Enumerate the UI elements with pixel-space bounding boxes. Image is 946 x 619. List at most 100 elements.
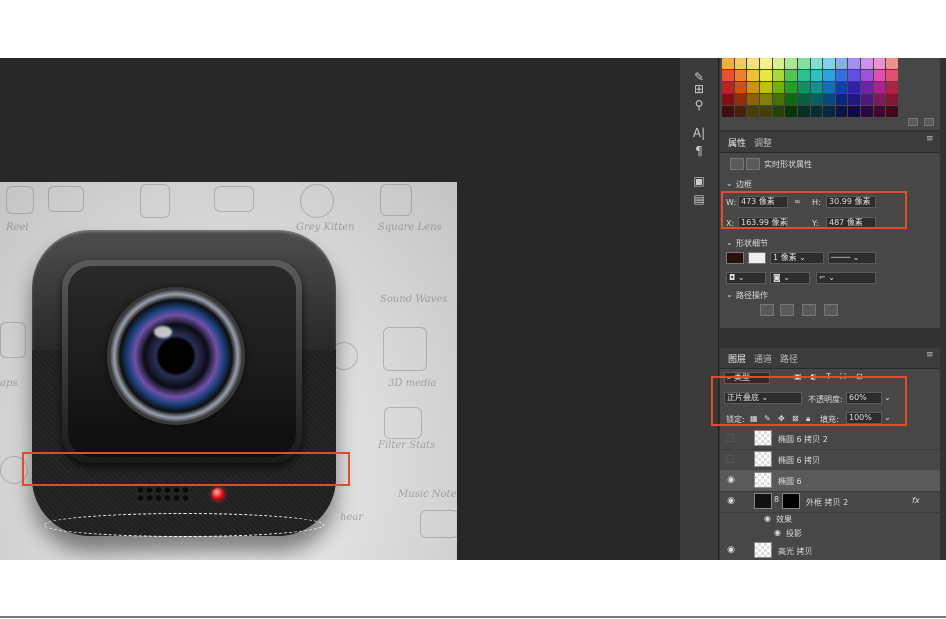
color-swatch[interactable] [848,82,861,93]
document-canvas[interactable]: Reel Grey Kitten Square Lens Sound Waves… [0,182,457,560]
visibility-toggle[interactable] [726,455,734,463]
color-swatch[interactable] [797,82,810,93]
eye-icon[interactable]: ◉ [764,514,771,523]
color-swatch[interactable] [873,82,886,93]
drop-shadow-effect-row[interactable]: ◉ 投影 [720,526,940,540]
color-swatch[interactable] [861,58,873,69]
color-swatch[interactable] [785,70,797,81]
swatch-grid[interactable] [722,58,898,117]
ellipse-selection-outline[interactable] [44,513,324,537]
image-icon[interactable]: ▣ [691,174,707,188]
exclude-overlap-icon[interactable] [824,304,838,316]
color-swatch[interactable] [873,94,886,105]
eye-icon[interactable]: ◉ [725,496,737,506]
color-swatch[interactable] [848,106,861,117]
color-swatch[interactable] [873,70,886,81]
panel-menu-icon[interactable]: ≡ [926,350,934,360]
color-swatch[interactable] [797,106,810,117]
color-swatch[interactable] [861,82,873,93]
color-swatch[interactable] [886,94,898,105]
align-stroke-select[interactable]: ◘ ⌄ [726,272,766,284]
chevron-down-icon[interactable]: ⌄ [726,290,733,299]
color-swatch[interactable] [759,70,772,81]
color-swatch[interactable] [747,70,759,81]
panel-menu-icon[interactable]: ≡ [926,134,934,144]
color-swatch[interactable] [785,106,797,117]
color-swatch[interactable] [785,58,797,69]
color-swatch[interactable] [810,70,823,81]
visibility-toggle[interactable] [726,434,734,442]
color-swatch[interactable] [785,82,797,93]
paragraph-icon[interactable]: ¶ [691,144,707,158]
clone-source-icon[interactable]: ⊞ [691,82,707,96]
color-swatch[interactable] [772,82,785,93]
adjust-icon[interactable]: ⚲ [691,98,707,112]
color-swatch[interactable] [759,94,772,105]
layer-mask-thumbnail[interactable] [782,493,800,509]
color-swatch[interactable] [772,94,785,105]
color-swatch[interactable] [759,58,772,69]
color-swatch[interactable] [861,106,873,117]
color-swatch[interactable] [797,94,810,105]
color-swatch[interactable] [823,106,835,117]
layer-row[interactable]: ◉ 8 外框 拷贝 2 fx [720,491,940,513]
color-swatch[interactable] [823,94,835,105]
stroke-color-swatch[interactable] [748,252,766,264]
color-swatch[interactable] [797,58,810,69]
color-swatch[interactable] [823,82,835,93]
color-swatch[interactable] [734,82,747,93]
color-swatch[interactable] [734,94,747,105]
delete-swatch-icon[interactable] [924,118,934,126]
color-swatch[interactable] [873,58,886,69]
color-swatch[interactable] [823,70,835,81]
color-swatch[interactable] [797,70,810,81]
color-swatch[interactable] [734,58,747,69]
fill-color-swatch[interactable] [726,252,744,264]
color-swatch[interactable] [785,94,797,105]
layer-row[interactable]: ◉ 高光 拷贝 [720,540,940,560]
color-swatch[interactable] [747,94,759,105]
eye-icon[interactable]: ◉ [774,528,781,537]
stroke-style-select[interactable]: ──── ⌄ [828,252,876,264]
color-swatch[interactable] [848,94,861,105]
color-swatch[interactable] [772,70,785,81]
color-swatch[interactable] [722,58,734,69]
color-swatch[interactable] [734,106,747,117]
color-swatch[interactable] [810,58,823,69]
eye-icon[interactable]: ◉ [725,475,737,485]
color-swatch[interactable] [722,70,734,81]
color-swatch[interactable] [722,82,734,93]
color-swatch[interactable] [861,70,873,81]
color-swatch[interactable] [886,106,898,117]
color-swatch[interactable] [722,94,734,105]
color-swatch[interactable] [810,94,823,105]
color-swatch[interactable] [873,106,886,117]
tab-channels[interactable]: 通道 [754,352,772,365]
color-swatch[interactable] [835,106,848,117]
layer-row[interactable]: 椭圆 6 拷贝 [720,449,940,471]
color-swatch[interactable] [848,70,861,81]
color-swatch[interactable] [835,70,848,81]
color-swatch[interactable] [759,82,772,93]
tab-paths[interactable]: 路径 [780,352,798,365]
color-swatch[interactable] [886,58,898,69]
color-swatch[interactable] [747,58,759,69]
intersect-shapes-icon[interactable] [802,304,816,316]
color-swatch[interactable] [772,58,785,69]
color-swatch[interactable] [835,94,848,105]
eye-icon[interactable]: ◉ [725,545,737,555]
color-swatch[interactable] [810,82,823,93]
layer-row[interactable]: 椭圆 6 拷贝 2 [720,428,940,450]
color-swatch[interactable] [722,106,734,117]
tab-adjustments[interactable]: 调整 [754,136,772,149]
subtract-front-icon[interactable] [780,304,794,316]
color-swatch[interactable] [734,70,747,81]
color-swatch[interactable] [848,58,861,69]
color-swatch[interactable] [747,82,759,93]
color-swatch[interactable] [886,70,898,81]
chevron-down-icon[interactable]: ⌄ [726,179,733,188]
notes-icon[interactable]: ▤ [691,192,707,206]
color-swatch[interactable] [835,82,848,93]
color-swatch[interactable] [835,58,848,69]
combine-shapes-icon[interactable] [760,304,774,316]
